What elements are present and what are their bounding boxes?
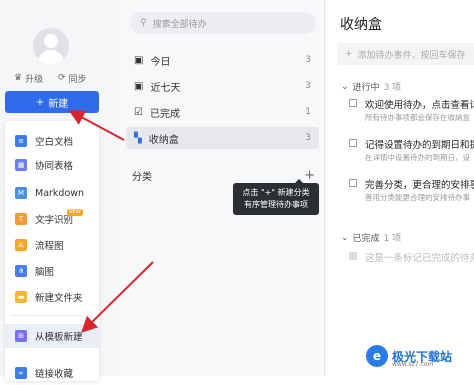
annotation-arrows bbox=[68, 110, 154, 333]
arrow-to-template bbox=[81, 261, 154, 333]
watermark: e 极光下载站 www.xz7.com bbox=[366, 345, 452, 368]
watermark-logo-icon: e bbox=[366, 345, 388, 367]
arrow-to-new-button bbox=[68, 110, 125, 141]
